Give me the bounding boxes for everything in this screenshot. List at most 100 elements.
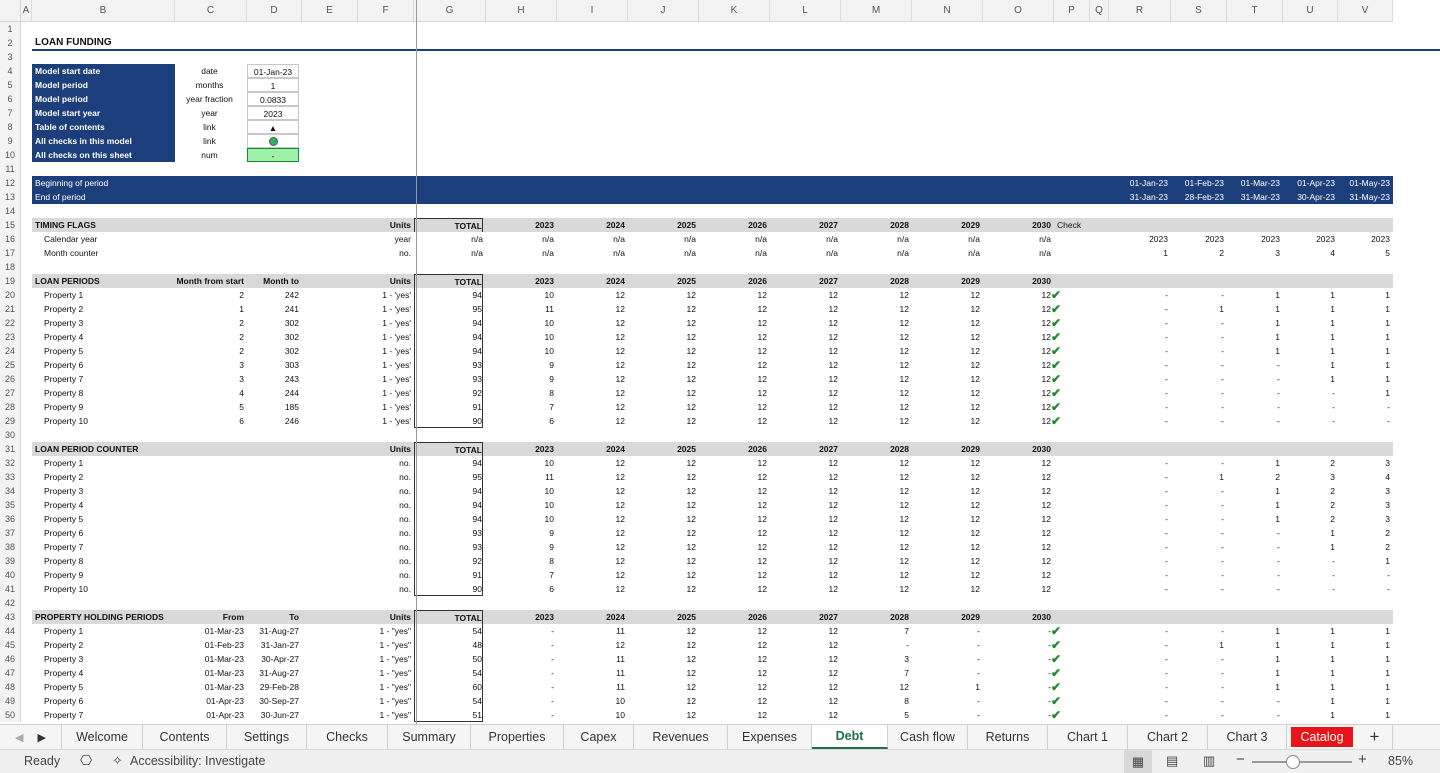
row-value[interactable]: 31-Aug-27 <box>247 624 299 638</box>
row-header[interactable]: 46 <box>0 652 21 666</box>
month-value[interactable]: 1 <box>1338 302 1390 316</box>
year-value[interactable]: - <box>486 694 554 708</box>
year-value[interactable]: 12 <box>770 638 838 652</box>
year-value[interactable]: 12 <box>983 330 1051 344</box>
month-value[interactable]: - <box>1171 484 1224 498</box>
month-value[interactable]: 2 <box>1283 512 1335 526</box>
month-value[interactable]: 1 <box>1338 330 1390 344</box>
year-value[interactable]: 8 <box>486 554 554 568</box>
row-unit[interactable]: 1 - 'yes' <box>358 288 411 302</box>
year-value[interactable]: 12 <box>841 582 909 596</box>
month-value[interactable]: - <box>1283 414 1335 428</box>
toc-link-icon[interactable]: ▲ <box>247 120 299 134</box>
column-header[interactable]: Q <box>1090 0 1109 22</box>
sheet-tab[interactable]: Chart 2 <box>1128 725 1208 749</box>
month-value[interactable]: 1 <box>1283 526 1335 540</box>
year-value[interactable]: 12 <box>841 498 909 512</box>
row-header[interactable]: 35 <box>0 498 21 512</box>
month-value[interactable]: - <box>1227 400 1280 414</box>
units-header[interactable]: Units <box>358 610 411 624</box>
year-value[interactable]: - <box>486 708 554 722</box>
year-value[interactable]: 12 <box>557 470 625 484</box>
year-value[interactable]: 12 <box>699 568 767 582</box>
year-value[interactable]: - <box>912 624 980 638</box>
month-value[interactable]: - <box>1283 568 1335 582</box>
year-value[interactable]: - <box>912 694 980 708</box>
row-unit[interactable]: 1 - "yes" <box>358 666 411 680</box>
row-header[interactable]: 31 <box>0 442 21 456</box>
row-header[interactable]: 2 <box>0 36 21 50</box>
row-value[interactable]: 3 <box>175 358 244 372</box>
month-value[interactable]: - <box>1171 316 1224 330</box>
row-header[interactable]: 45 <box>0 638 21 652</box>
year-value[interactable]: 12 <box>628 652 696 666</box>
month-value[interactable]: 1 <box>1283 624 1335 638</box>
row-total[interactable]: 54 <box>414 666 483 680</box>
month-value[interactable]: - <box>1171 526 1224 540</box>
year-value[interactable]: 12 <box>557 540 625 554</box>
year-header[interactable]: 2024 <box>557 218 625 232</box>
row-total[interactable]: 90 <box>414 582 483 596</box>
info-value[interactable]: - <box>247 148 299 162</box>
row-header[interactable]: 19 <box>0 274 21 288</box>
year-value[interactable]: 12 <box>770 316 838 330</box>
year-header[interactable]: 2028 <box>841 610 909 624</box>
year-value[interactable]: 12 <box>628 400 696 414</box>
year-value[interactable]: 12 <box>841 540 909 554</box>
month-value[interactable]: - <box>1171 624 1224 638</box>
month-value[interactable]: - <box>1338 582 1390 596</box>
month-value[interactable]: - <box>1109 666 1168 680</box>
year-value[interactable]: 12 <box>841 568 909 582</box>
month-value[interactable]: 3 <box>1338 512 1390 526</box>
month-value[interactable]: 5 <box>1338 246 1390 260</box>
column-header[interactable]: P <box>1054 0 1090 22</box>
year-value[interactable]: 12 <box>983 484 1051 498</box>
row-value[interactable]: 243 <box>247 372 299 386</box>
row-unit[interactable]: no. <box>358 554 411 568</box>
year-value[interactable]: 12 <box>912 386 980 400</box>
row-value[interactable]: 1 <box>175 302 244 316</box>
year-value[interactable]: 12 <box>770 456 838 470</box>
month-value[interactable]: - <box>1227 358 1280 372</box>
row-header[interactable]: 39 <box>0 554 21 568</box>
page-break-view-icon[interactable]: ▥ <box>1203 753 1215 769</box>
month-value[interactable]: - <box>1171 568 1224 582</box>
year-value[interactable]: - <box>486 638 554 652</box>
year-value[interactable]: - <box>983 666 1051 680</box>
row-value[interactable]: 2 <box>175 288 244 302</box>
row-value[interactable]: 3 <box>175 372 244 386</box>
row-label[interactable]: Property 5 <box>44 344 175 358</box>
row-value[interactable]: 5 <box>175 400 244 414</box>
year-value[interactable]: 12 <box>628 372 696 386</box>
year-value[interactable]: 12 <box>841 414 909 428</box>
row-value[interactable]: 4 <box>175 386 244 400</box>
row-unit[interactable]: no. <box>358 540 411 554</box>
row-total[interactable]: 94 <box>414 330 483 344</box>
row-header[interactable]: 22 <box>0 316 21 330</box>
year-value[interactable]: 12 <box>912 540 980 554</box>
year-value[interactable]: 12 <box>628 302 696 316</box>
row-unit[interactable]: 1 - "yes" <box>358 638 411 652</box>
month-value[interactable]: - <box>1171 512 1224 526</box>
add-sheet-button[interactable]: + <box>1357 725 1393 749</box>
month-value[interactable]: 1 <box>1283 372 1335 386</box>
year-value[interactable]: 12 <box>770 470 838 484</box>
month-value[interactable]: 1 <box>1283 302 1335 316</box>
month-value[interactable]: 1 <box>1338 638 1390 652</box>
year-value[interactable]: 12 <box>912 330 980 344</box>
year-value[interactable]: 12 <box>983 470 1051 484</box>
year-value[interactable]: 12 <box>699 372 767 386</box>
row-label[interactable]: Calendar year <box>44 232 175 246</box>
row-header[interactable]: 8 <box>0 120 21 134</box>
period-date[interactable]: 30-Apr-23 <box>1283 190 1335 204</box>
year-header[interactable]: 2023 <box>486 274 554 288</box>
year-value[interactable]: 9 <box>486 358 554 372</box>
year-value[interactable]: 12 <box>770 694 838 708</box>
accessibility-icon[interactable]: ✧ <box>112 753 123 769</box>
year-value[interactable]: 7 <box>486 400 554 414</box>
year-value[interactable]: 12 <box>841 680 909 694</box>
year-value[interactable]: - <box>983 680 1051 694</box>
month-value[interactable]: - <box>1109 624 1168 638</box>
month-value[interactable]: - <box>1283 554 1335 568</box>
row-total[interactable]: 60 <box>414 680 483 694</box>
